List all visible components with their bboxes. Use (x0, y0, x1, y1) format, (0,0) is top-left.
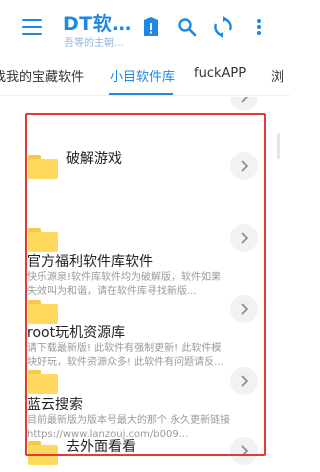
app-bar: DT软… 吾等的主朝... (0, 0, 290, 56)
tab-fuckapp[interactable]: fuckAPP (194, 66, 246, 81)
notice-icon[interactable] (139, 14, 163, 40)
refresh-icon[interactable] (211, 14, 235, 40)
menu-icon[interactable] (22, 19, 42, 35)
scrollbar[interactable] (277, 133, 280, 159)
search-icon[interactable] (175, 14, 199, 40)
app-title: DT软… (63, 13, 132, 35)
highlight-frame (25, 113, 266, 456)
tab-treasure-software[interactable]: 找我的宝藏软件 (0, 66, 84, 85)
active-tab-indicator (109, 93, 173, 95)
category-tabs: 找我的宝藏软件 小目软件库 fuckAPP 浏 (0, 56, 290, 96)
more-icon[interactable] (247, 14, 271, 40)
app-subtitle: 吾等的主朝... (64, 38, 124, 49)
folder-list[interactable]: 破解游戏 官方福利软件库软件 快乐源泉!软件库软件均为破解版，软件如果 失效叫为… (0, 97, 290, 472)
tab-xiaomu-library[interactable]: 小目软件库 (110, 66, 175, 85)
chevron-right-icon[interactable] (230, 97, 258, 111)
tab-browse[interactable]: 浏 (271, 66, 284, 85)
